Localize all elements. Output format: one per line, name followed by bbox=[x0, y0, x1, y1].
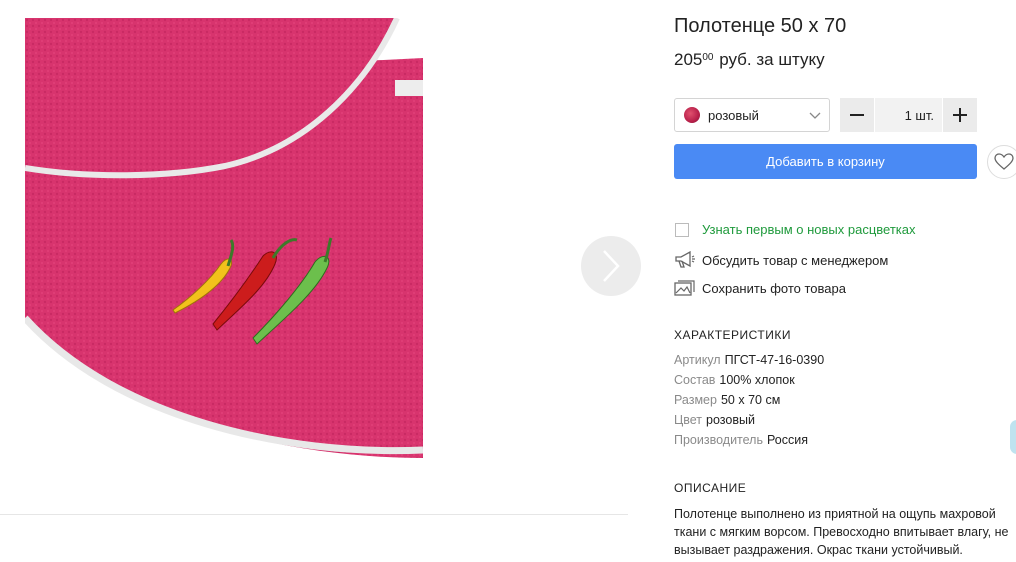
product-price: 20500 руб. за штуку bbox=[674, 50, 825, 70]
spec-key: Артикул bbox=[674, 353, 721, 367]
notify-checkbox[interactable] bbox=[675, 222, 689, 237]
notify-new-colors[interactable]: Узнать первым о новых расцветках bbox=[674, 222, 915, 237]
chat-widget-button[interactable] bbox=[1010, 420, 1016, 454]
minus-icon bbox=[850, 114, 864, 116]
towel-image bbox=[25, 18, 423, 463]
product-gallery bbox=[0, 0, 641, 515]
color-select[interactable]: розовый bbox=[674, 98, 830, 132]
megaphone-icon bbox=[674, 251, 696, 269]
spec-key: Производитель bbox=[674, 433, 763, 447]
spec-key: Цвет bbox=[674, 413, 703, 427]
spec-key: Состав bbox=[674, 373, 716, 387]
spec-key: Размер bbox=[674, 393, 717, 407]
save-product-photo[interactable]: Сохранить фото товара bbox=[674, 279, 846, 297]
quantity-stepper: 1 шт. bbox=[840, 98, 977, 132]
spec-value: 50 х 70 см bbox=[720, 393, 781, 407]
spec-value: ПГСТ-47-16-0390 bbox=[724, 353, 825, 367]
product-title: Полотенце 50 х 70 bbox=[674, 15, 847, 37]
spec-row-color: Цвет розовый bbox=[674, 413, 755, 427]
gallery-next-button[interactable] bbox=[581, 236, 641, 296]
spec-row-size: Размер 50 х 70 см bbox=[674, 393, 780, 407]
price-suffix: руб. за штуку bbox=[714, 50, 825, 69]
description-heading: ОПИСАНИЕ bbox=[674, 481, 747, 495]
heart-icon bbox=[994, 153, 1014, 170]
notify-new-colors-label: Узнать первым о новых расцветках bbox=[702, 222, 916, 237]
color-swatch bbox=[684, 107, 700, 123]
price-integer: 205 bbox=[674, 50, 703, 69]
spec-row-composition: Состав 100% хлопок bbox=[674, 373, 795, 387]
photo-icon bbox=[674, 279, 696, 297]
spec-row-article: Артикул ПГСТ-47-16-0390 bbox=[674, 353, 824, 367]
save-product-photo-label: Сохранить фото товара bbox=[702, 280, 846, 296]
discuss-with-manager-label: Обсудить товар с менеджером bbox=[702, 252, 889, 268]
product-info: Полотенце 50 х 70 20500 руб. за штуку ро… bbox=[674, 0, 1016, 562]
color-select-value: розовый bbox=[708, 107, 759, 123]
quantity-increase-button[interactable] bbox=[943, 98, 977, 132]
spec-value: розовый bbox=[706, 413, 755, 427]
specs-heading: ХАРАКТЕРИСТИКИ bbox=[674, 328, 792, 342]
plus-icon bbox=[953, 108, 967, 122]
price-cents: 00 bbox=[702, 52, 714, 63]
discuss-with-manager[interactable]: Обсудить товар с менеджером bbox=[674, 251, 888, 269]
product-photo[interactable] bbox=[25, 18, 423, 463]
quantity-decrease-button[interactable] bbox=[840, 98, 874, 132]
spec-value: 100% хлопок bbox=[719, 373, 795, 387]
gallery-divider bbox=[0, 514, 628, 515]
spec-value: Россия bbox=[766, 433, 808, 447]
chevron-down-icon bbox=[809, 112, 821, 119]
quantity-input[interactable]: 1 шт. bbox=[875, 98, 942, 132]
favorite-button[interactable] bbox=[987, 145, 1016, 179]
spec-row-manufacturer: Производитель Россия bbox=[674, 433, 808, 447]
description-text: Полотенце выполнено из приятной на ощупь… bbox=[674, 507, 1009, 557]
chevron-right-icon bbox=[603, 250, 620, 282]
add-to-cart-button[interactable]: Добавить в корзину bbox=[674, 144, 977, 179]
